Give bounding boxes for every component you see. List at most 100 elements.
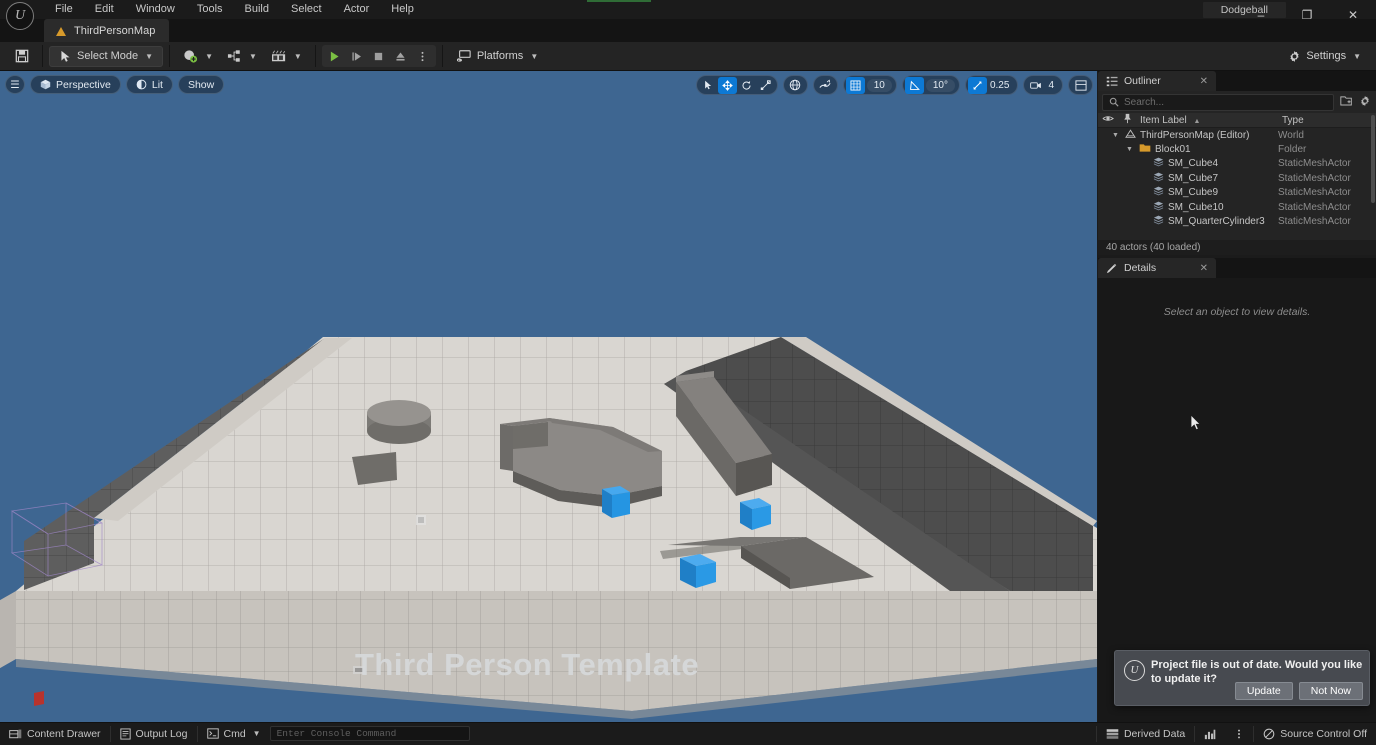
camera-speed-value[interactable]: 4 bbox=[1045, 80, 1060, 91]
search-input[interactable]: Search... bbox=[1102, 93, 1334, 111]
expander-arrow-icon[interactable]: ▼ bbox=[1112, 132, 1121, 139]
globe-icon[interactable] bbox=[786, 77, 805, 94]
lighting-icon bbox=[136, 79, 147, 90]
viewport-toolbar-right: 10 10° 0.25 4 bbox=[695, 75, 1093, 95]
details-tab-row: Details ✕ bbox=[1098, 258, 1376, 278]
angle-snap-icon[interactable] bbox=[904, 76, 924, 94]
stats-button[interactable] bbox=[1195, 723, 1225, 745]
viewport-lit-button[interactable]: Lit bbox=[125, 75, 173, 94]
select-tool-button[interactable] bbox=[699, 77, 718, 94]
stop-button[interactable] bbox=[368, 45, 390, 67]
angle-snap-group: 10° bbox=[901, 75, 960, 95]
unreal-logo-icon[interactable]: U bbox=[6, 2, 34, 30]
outliner-row[interactable]: SM_QuarterCylinder3 StaticMeshActor bbox=[1098, 214, 1376, 228]
tab-details[interactable]: Details ✕ bbox=[1098, 258, 1216, 278]
outliner-row-type: StaticMeshActor bbox=[1278, 187, 1351, 199]
eject-icon bbox=[396, 51, 405, 61]
close-icon[interactable]: ✕ bbox=[1190, 76, 1208, 87]
platforms-button[interactable]: Platforms ▼ bbox=[449, 45, 545, 67]
derived-data-label: Derived Data bbox=[1123, 727, 1186, 740]
derived-data-icon bbox=[1106, 728, 1119, 739]
hamburger-icon[interactable]: ☰ bbox=[5, 75, 25, 94]
not-now-button[interactable]: Not Now bbox=[1298, 682, 1363, 700]
search-placeholder: Search... bbox=[1124, 96, 1165, 108]
scale-snap-icon[interactable] bbox=[967, 76, 987, 94]
menu-item-actor[interactable]: Actor bbox=[333, 0, 381, 19]
update-button[interactable]: Update bbox=[1234, 682, 1293, 700]
column-type-label[interactable]: Type bbox=[1276, 115, 1376, 126]
cmd-button[interactable]: Cmd ▼ bbox=[198, 723, 270, 745]
step-button[interactable] bbox=[346, 45, 368, 67]
menu-item-tools[interactable]: Tools bbox=[186, 0, 234, 19]
chevron-down-icon: ▼ bbox=[252, 729, 261, 738]
move-tool-button[interactable] bbox=[717, 76, 737, 94]
content-drawer-button[interactable]: Content Drawer bbox=[0, 723, 110, 745]
menu-item-window[interactable]: Window bbox=[125, 0, 186, 19]
outliner-row-label: Block01 bbox=[1155, 144, 1191, 156]
scale-snap-value[interactable]: 0.25 bbox=[987, 80, 1015, 91]
outliner-row[interactable]: ▼ ThirdPersonMap (Editor) World bbox=[1098, 128, 1376, 142]
cube-icon bbox=[40, 79, 51, 90]
outliner-row-type: Folder bbox=[1278, 144, 1307, 156]
select-mode-button[interactable]: Select Mode ▼ bbox=[49, 45, 164, 67]
scale-tool-button[interactable] bbox=[756, 77, 775, 94]
viewport-layout-icon[interactable] bbox=[1071, 77, 1090, 94]
console-icon bbox=[206, 728, 219, 739]
play-button[interactable] bbox=[324, 45, 346, 67]
chevron-down-icon: ▼ bbox=[530, 51, 539, 61]
blueprints-button[interactable]: ▼ bbox=[220, 45, 264, 67]
status-more-options-button[interactable] bbox=[1225, 723, 1253, 745]
tab-outliner[interactable]: Outliner ✕ bbox=[1098, 71, 1216, 91]
platforms-icon bbox=[456, 50, 471, 62]
expander-arrow-icon[interactable]: ▼ bbox=[1126, 146, 1135, 153]
angle-snap-value[interactable]: 10° bbox=[925, 78, 955, 92]
log-icon bbox=[119, 727, 131, 740]
new-folder-icon[interactable] bbox=[1339, 95, 1353, 109]
save-button[interactable] bbox=[8, 45, 36, 67]
viewport-perspective-button[interactable]: Perspective bbox=[30, 75, 121, 94]
select-arrow-icon bbox=[705, 80, 712, 90]
settings-button[interactable]: Settings ▼ bbox=[1281, 45, 1368, 67]
menu-item-file[interactable]: File bbox=[44, 0, 84, 19]
cinematics-button[interactable]: ▼ bbox=[264, 45, 309, 67]
rotate-tool-button[interactable] bbox=[737, 77, 756, 94]
level-tab[interactable]: ThirdPersonMap bbox=[44, 19, 170, 42]
column-item-label[interactable]: Item Label ▲ bbox=[1136, 115, 1276, 126]
source-control-button[interactable]: Source Control Off bbox=[1254, 723, 1376, 745]
menu-item-build[interactable]: Build bbox=[234, 0, 280, 19]
viewport-show-button[interactable]: Show bbox=[177, 75, 225, 94]
add-actor-button[interactable]: ▼ bbox=[176, 45, 220, 67]
output-log-button[interactable]: Output Log bbox=[111, 723, 197, 745]
play-more-options-button[interactable] bbox=[412, 45, 434, 67]
outliner-row[interactable]: SM_Cube7 StaticMeshActor bbox=[1098, 171, 1376, 185]
derived-data-button[interactable]: Derived Data bbox=[1097, 723, 1194, 745]
outliner-row[interactable]: SM_Cube9 StaticMeshActor bbox=[1098, 186, 1376, 200]
level-viewport[interactable]: Third Person Template Z Y ☰ Perspective … bbox=[0, 71, 1097, 722]
outliner-scrollbar[interactable] bbox=[1371, 115, 1375, 203]
surface-snap-icon[interactable] bbox=[816, 77, 835, 94]
menu-item-edit[interactable]: Edit bbox=[84, 0, 125, 19]
eye-icon[interactable] bbox=[1098, 114, 1118, 126]
outliner-row[interactable]: SM_Cube4 StaticMeshActor bbox=[1098, 157, 1376, 171]
close-icon[interactable]: ✕ bbox=[1190, 263, 1208, 274]
grid-snap-value[interactable]: 10 bbox=[866, 78, 892, 92]
search-icon bbox=[1109, 97, 1119, 107]
menu-item-select[interactable]: Select bbox=[280, 0, 333, 19]
output-log-label: Output Log bbox=[135, 727, 188, 740]
details-tab-label: Details bbox=[1124, 262, 1157, 274]
outliner-row[interactable]: SM_Cube10 StaticMeshActor bbox=[1098, 200, 1376, 214]
outliner-row-label: SM_Cube4 bbox=[1168, 158, 1219, 170]
camera-icon[interactable] bbox=[1026, 77, 1045, 94]
outliner-row[interactable]: ▼ Block01 Folder bbox=[1098, 142, 1376, 156]
pin-icon[interactable] bbox=[1118, 113, 1136, 127]
grid-snap-icon[interactable] bbox=[845, 76, 865, 94]
sort-ascending-icon: ▲ bbox=[1193, 117, 1201, 125]
static-mesh-icon bbox=[1153, 186, 1164, 199]
player-start-icon bbox=[416, 515, 426, 525]
menu-item-help[interactable]: Help bbox=[380, 0, 425, 19]
gear-icon[interactable] bbox=[1358, 95, 1372, 110]
eject-button[interactable] bbox=[390, 45, 412, 67]
details-icon bbox=[1106, 263, 1117, 273]
console-command-input[interactable]: Enter Console Command bbox=[269, 726, 470, 741]
outliner-tab-label: Outliner bbox=[1124, 75, 1161, 87]
